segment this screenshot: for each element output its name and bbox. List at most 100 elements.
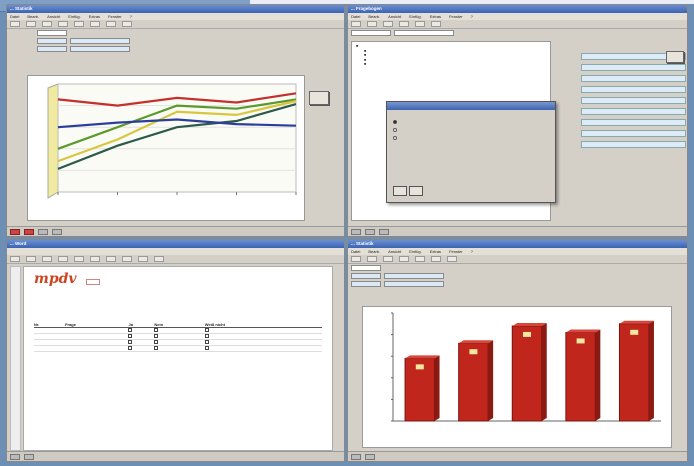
detail-field[interactable] xyxy=(581,108,686,115)
menu-item[interactable]: Fenster xyxy=(449,249,463,254)
form-field[interactable] xyxy=(351,265,381,271)
toolbar-button[interactable] xyxy=(10,256,20,262)
menu-item[interactable]: Bearb. xyxy=(368,14,380,19)
toolbar-button[interactable] xyxy=(399,21,409,27)
checkbox[interactable] xyxy=(204,328,209,332)
menu-item[interactable]: Einfüg. xyxy=(68,14,80,19)
menu-item[interactable]: Datei xyxy=(351,249,360,254)
detail-field[interactable] xyxy=(581,86,686,93)
checkbox[interactable] xyxy=(154,328,159,332)
form-field[interactable] xyxy=(351,281,381,287)
toolbar-button[interactable] xyxy=(383,21,393,27)
menu-item[interactable]: Ansicht xyxy=(388,249,401,254)
form-field[interactable] xyxy=(384,273,444,279)
toolbar-button[interactable] xyxy=(431,21,441,27)
toolbar-button[interactable] xyxy=(154,256,164,262)
toolbar-button[interactable] xyxy=(106,21,116,27)
menu-item[interactable]: Extras xyxy=(430,249,441,254)
menu-item[interactable]: Datei xyxy=(10,14,19,19)
detail-field[interactable] xyxy=(581,119,686,126)
status-button[interactable] xyxy=(24,453,34,460)
detail-field[interactable] xyxy=(581,141,686,148)
checkbox[interactable] xyxy=(204,340,209,344)
toolbar-button[interactable] xyxy=(74,256,84,262)
toolbar-button[interactable] xyxy=(90,21,100,27)
checkbox[interactable] xyxy=(154,334,159,338)
menu-item[interactable]: Bearb. xyxy=(27,14,39,19)
detail-field[interactable] xyxy=(581,64,686,71)
status-button[interactable] xyxy=(38,228,48,235)
menu-item[interactable]: Ansicht xyxy=(47,14,60,19)
toolbar-button[interactable] xyxy=(447,256,457,262)
toolbar-button[interactable] xyxy=(26,21,36,27)
toolbar-button[interactable] xyxy=(26,256,36,262)
menu-item[interactable]: Datei xyxy=(351,14,360,19)
toolbar-button[interactable] xyxy=(42,21,52,27)
menu-item[interactable]: Fenster xyxy=(108,14,122,19)
detail-field[interactable] xyxy=(581,75,686,82)
checkbox[interactable] xyxy=(154,346,159,350)
red-action-button[interactable] xyxy=(10,228,20,235)
menu-item[interactable]: Ansicht xyxy=(388,14,401,19)
checkbox[interactable] xyxy=(128,346,133,350)
toolbar-button[interactable] xyxy=(367,21,377,27)
side-button[interactable] xyxy=(666,51,684,63)
toolbar-button[interactable] xyxy=(431,256,441,262)
toolbar-button[interactable] xyxy=(10,21,20,27)
tree-node[interactable]: ■ xyxy=(356,62,546,67)
form-field[interactable] xyxy=(37,30,67,36)
menu-item[interactable]: Einfüg. xyxy=(409,249,421,254)
menu-item[interactable]: ? xyxy=(130,14,132,19)
checkbox[interactable] xyxy=(204,334,209,338)
menu-item[interactable]: Einfüg. xyxy=(409,14,421,19)
status-button[interactable] xyxy=(10,453,20,460)
menu-item[interactable]: Extras xyxy=(430,14,441,19)
menu-item[interactable]: Bearb. xyxy=(368,249,380,254)
checkbox[interactable] xyxy=(154,340,159,344)
checkbox[interactable] xyxy=(128,334,133,338)
status-button[interactable] xyxy=(351,228,361,235)
toolbar-button[interactable] xyxy=(415,256,425,262)
form-field[interactable] xyxy=(384,281,444,287)
menu-item[interactable]: Fenster xyxy=(449,14,463,19)
toolbar-button[interactable] xyxy=(106,256,116,262)
toolbar-button[interactable] xyxy=(351,21,361,27)
status-button[interactable] xyxy=(365,453,375,460)
toolbar-button[interactable] xyxy=(138,256,148,262)
menu-item[interactable]: ? xyxy=(471,249,473,254)
dialog-cancel-button[interactable] xyxy=(409,186,423,196)
menu-item[interactable]: Extras xyxy=(89,14,100,19)
dialog-option[interactable] xyxy=(387,126,555,134)
status-button[interactable] xyxy=(365,228,375,235)
toolbar-button[interactable] xyxy=(383,256,393,262)
form-field[interactable] xyxy=(70,38,130,44)
dialog-ok-button[interactable] xyxy=(393,186,407,196)
checkbox[interactable] xyxy=(204,346,209,350)
form-field[interactable] xyxy=(37,46,67,52)
red-action-button[interactable] xyxy=(24,228,34,235)
toolbar-button[interactable] xyxy=(42,256,52,262)
form-field[interactable] xyxy=(351,30,391,36)
form-field[interactable] xyxy=(70,46,130,52)
toolbar-button[interactable] xyxy=(122,256,132,262)
form-field[interactable] xyxy=(37,38,67,44)
status-button[interactable] xyxy=(379,228,389,235)
dialog-option[interactable] xyxy=(387,118,555,126)
form-field[interactable] xyxy=(394,30,454,36)
toolbar-button[interactable] xyxy=(415,21,425,27)
form-field[interactable] xyxy=(351,273,381,279)
detail-field[interactable] xyxy=(581,97,686,104)
toolbar-button[interactable] xyxy=(74,21,84,27)
chart-side-button[interactable] xyxy=(309,91,329,105)
toolbar-button[interactable] xyxy=(58,21,68,27)
detail-field[interactable] xyxy=(581,130,686,137)
toolbar-button[interactable] xyxy=(399,256,409,262)
toolbar-button[interactable] xyxy=(351,256,361,262)
status-button[interactable] xyxy=(351,453,361,460)
menu-item[interactable] xyxy=(10,249,11,254)
toolbar-button[interactable] xyxy=(58,256,68,262)
menu-item[interactable]: ? xyxy=(471,14,473,19)
checkbox[interactable] xyxy=(128,340,133,344)
checkbox[interactable] xyxy=(128,328,133,332)
toolbar-button[interactable] xyxy=(122,21,132,27)
